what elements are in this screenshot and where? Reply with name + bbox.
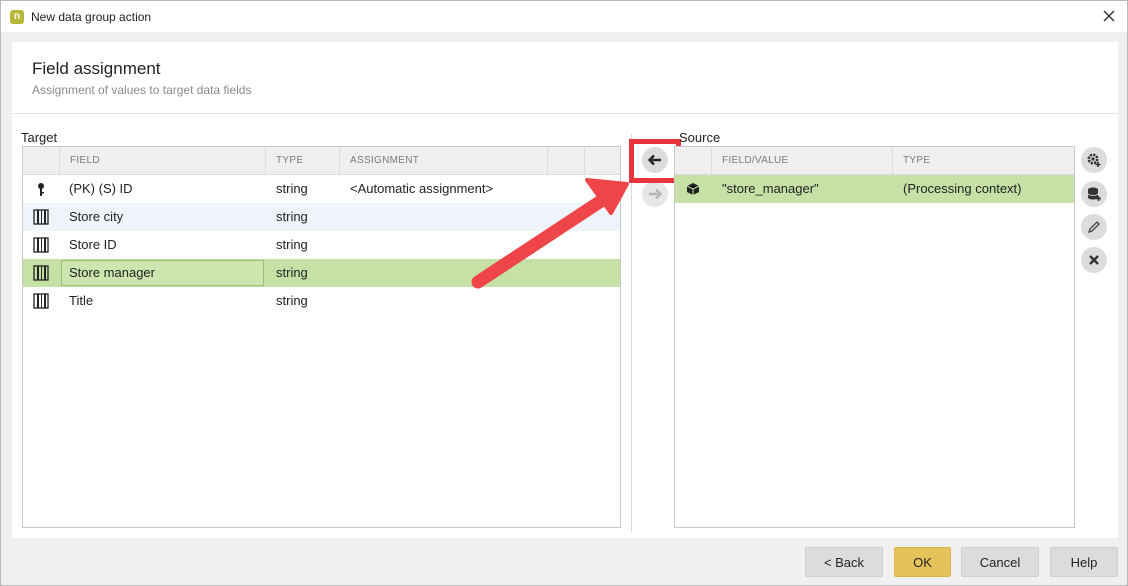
dialog-window: n New data group action Field assignment…	[0, 0, 1128, 586]
source-col-icon	[675, 147, 712, 175]
pencil-icon	[1087, 221, 1100, 234]
barcode-field-icon	[33, 209, 49, 225]
gear-add-icon	[1087, 153, 1101, 167]
source-grid: FIELD/VALUE TYPE "store_manager" (Proces…	[674, 146, 1075, 528]
target-col-assignment[interactable]: ASSIGNMENT	[340, 147, 548, 175]
cube-icon	[686, 183, 700, 195]
table-row-selected[interactable]: Store manager string	[23, 259, 620, 287]
target-col-field[interactable]: FIELD	[60, 147, 266, 175]
app-logo-icon: n	[10, 9, 24, 24]
table-row[interactable]: Store ID string	[23, 231, 620, 259]
row-field: Store city	[69, 209, 124, 224]
delete-button[interactable]	[1081, 247, 1107, 273]
add-database-button[interactable]	[1081, 181, 1107, 207]
section-divider	[631, 134, 632, 532]
row-type: string	[276, 181, 308, 196]
source-label: Source	[679, 130, 721, 145]
source-col-type[interactable]: TYPE	[893, 147, 1074, 175]
row-type: (Processing context)	[903, 181, 1022, 196]
cancel-button[interactable]: Cancel	[961, 547, 1039, 577]
page-header: Field assignment Assignment of values to…	[12, 42, 1118, 114]
arrow-right-icon	[649, 188, 662, 200]
barcode-field-icon	[33, 293, 49, 309]
row-assignment: <Automatic assignment>	[350, 181, 494, 196]
source-grid-header: FIELD/VALUE TYPE	[675, 147, 1074, 175]
page-title: Field assignment	[32, 59, 161, 78]
window-title: New data group action	[31, 9, 152, 24]
row-field: (PK) (S) ID	[69, 181, 133, 196]
title-bar: n New data group action	[1, 1, 1127, 32]
target-col-icon	[23, 147, 60, 175]
row-field: Store ID	[69, 237, 117, 252]
ok-button[interactable]: OK	[894, 547, 951, 577]
page-subtitle: Assignment of values to target data fiel…	[32, 83, 252, 97]
barcode-field-icon	[33, 237, 49, 253]
target-label: Target	[21, 130, 58, 145]
row-field: Store manager	[69, 265, 155, 280]
row-type: string	[276, 293, 308, 308]
back-button[interactable]: < Back	[805, 547, 883, 577]
table-row[interactable]: Title string	[23, 287, 620, 315]
row-type: string	[276, 209, 308, 224]
table-row[interactable]: Store city string	[23, 203, 620, 231]
close-icon[interactable]	[1099, 6, 1119, 26]
source-col-value[interactable]: FIELD/VALUE	[712, 147, 893, 175]
table-row-selected[interactable]: "store_manager" (Processing context)	[675, 175, 1074, 203]
key-icon	[38, 183, 44, 196]
target-col-extra-1	[548, 147, 585, 175]
target-col-extra-2	[585, 147, 621, 175]
target-col-type[interactable]: TYPE	[266, 147, 340, 175]
database-add-icon	[1087, 187, 1101, 201]
table-row[interactable]: (PK) (S) ID string <Automatic assignment…	[23, 175, 620, 203]
row-value: "store_manager"	[722, 181, 819, 196]
row-type: string	[276, 265, 308, 280]
delete-icon	[1089, 255, 1099, 265]
row-field: Title	[69, 293, 94, 308]
target-grid: FIELD TYPE ASSIGNMENT (PK) (S) ID string…	[22, 146, 621, 528]
edit-button[interactable]	[1081, 214, 1107, 240]
help-button[interactable]: Help	[1050, 547, 1118, 577]
assign-right-button[interactable]	[642, 181, 668, 207]
add-setting-button[interactable]	[1081, 147, 1107, 173]
target-grid-header: FIELD TYPE ASSIGNMENT	[23, 147, 620, 175]
barcode-field-icon	[33, 265, 49, 281]
row-type: string	[276, 237, 308, 252]
